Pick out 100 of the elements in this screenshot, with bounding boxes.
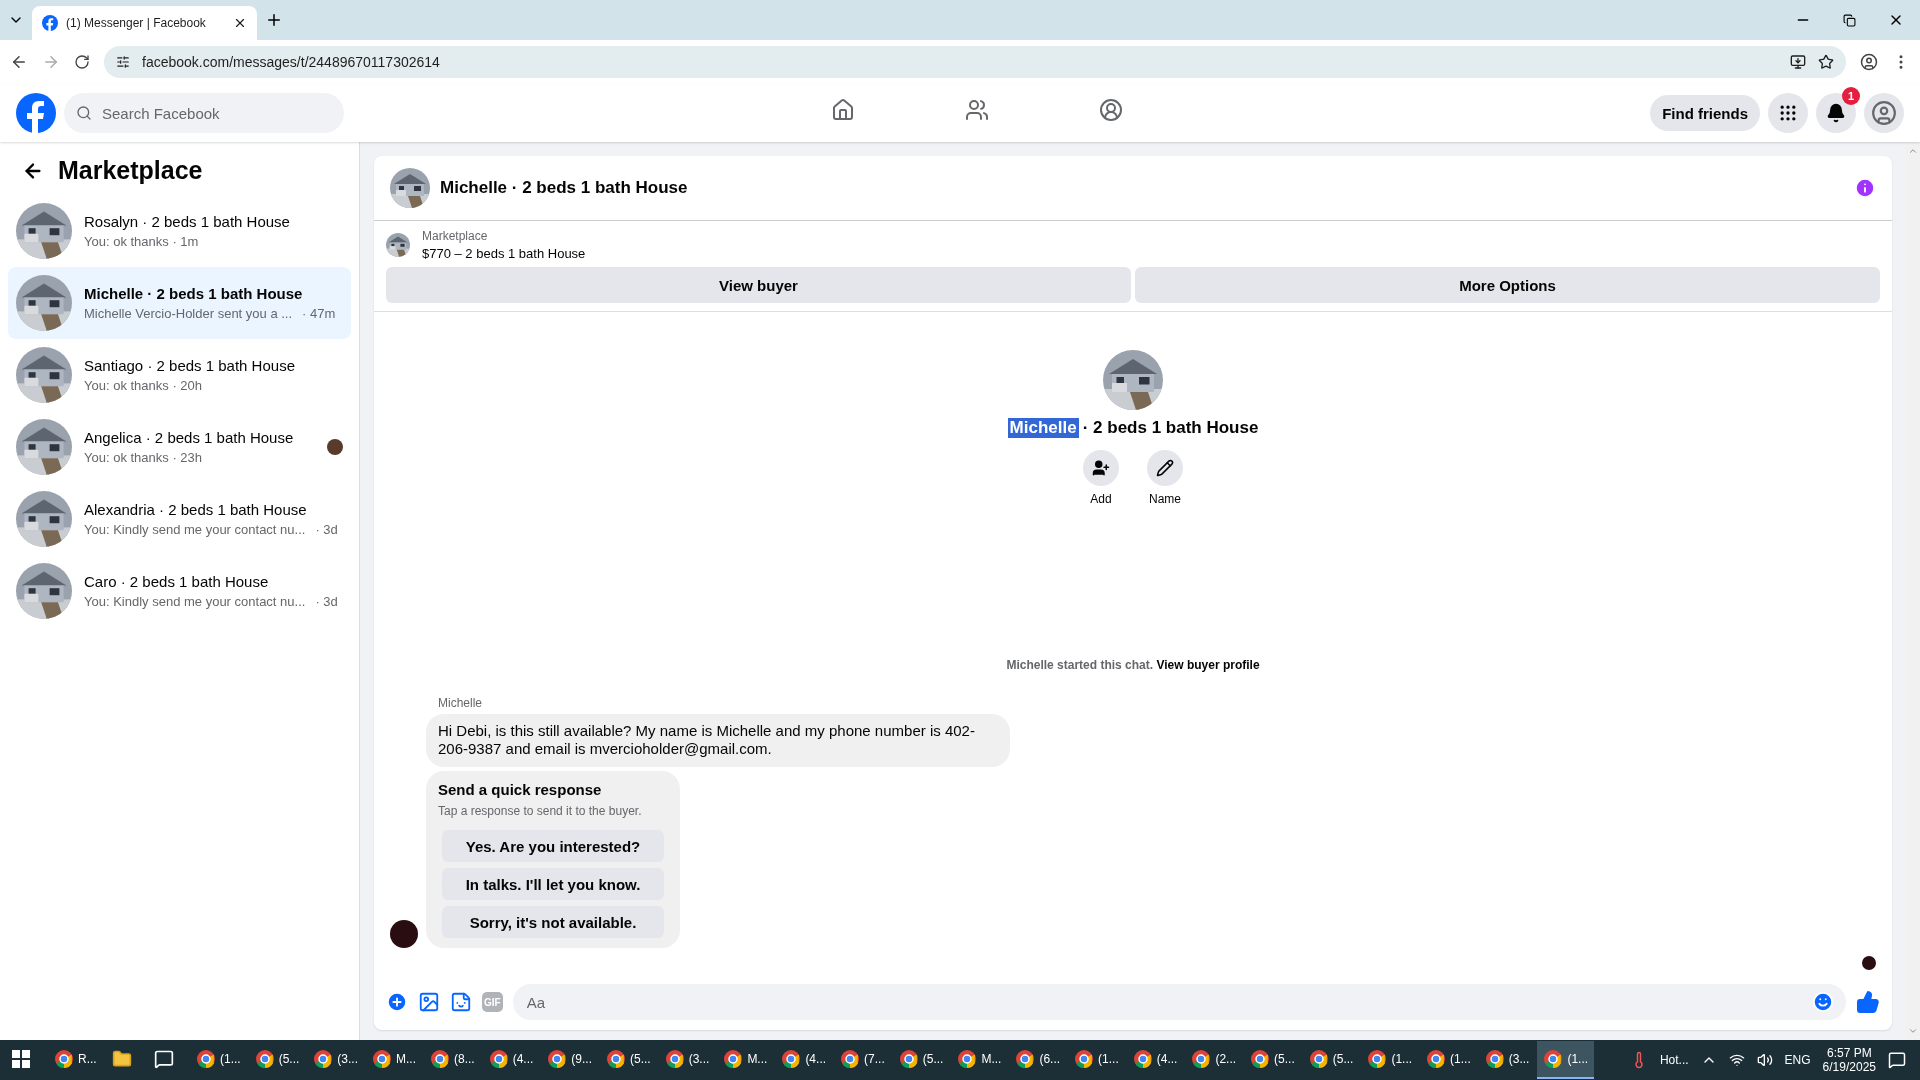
like-icon[interactable] xyxy=(1856,990,1880,1014)
taskbar-app[interactable]: M... xyxy=(951,1041,1008,1079)
chrome-icon xyxy=(1191,1049,1212,1069)
chrome-icon xyxy=(54,1049,74,1069)
notifications-button[interactable] xyxy=(1816,93,1856,133)
reload-icon[interactable] xyxy=(74,54,90,70)
conversation-item[interactable]: Caro · 2 beds 1 bath House You: Kindly send me your contact nu... · 3d xyxy=(8,555,351,627)
search-input[interactable]: Search Facebook xyxy=(100,93,332,133)
chrome-icon xyxy=(840,1049,861,1069)
account-button[interactable] xyxy=(1864,93,1904,133)
taskbar-app[interactable]: M... xyxy=(717,1041,774,1079)
conversation-title: Rosalyn · 2 beds 1 bath House xyxy=(84,213,291,230)
sticker-icon[interactable] xyxy=(450,991,472,1013)
listing-summary: $770 – 2 beds 1 bath House xyxy=(422,246,586,261)
taskbar-app[interactable]: (4... xyxy=(482,1041,540,1079)
taskbar-app[interactable]: M... xyxy=(366,1041,422,1079)
find-friends-button[interactable]: Find friends xyxy=(1650,95,1760,131)
message-time: · 3d xyxy=(315,522,338,537)
quick-response-button[interactable]: In talks. I'll let you know. xyxy=(442,868,664,900)
taskbar-app[interactable]: (1... xyxy=(1068,1041,1125,1079)
taskbar-app[interactable]: (5... xyxy=(1244,1041,1301,1079)
taskbar-app[interactable]: (4... xyxy=(775,1041,833,1079)
network-icon[interactable] xyxy=(1728,1052,1745,1068)
info-icon[interactable] xyxy=(1854,177,1876,199)
taskbar-app[interactable]: (9... xyxy=(541,1041,599,1079)
tab-title: (1) Messenger | Facebook xyxy=(66,16,207,30)
conversation-item[interactable]: Santiago · 2 beds 1 bath House You: ok thanks · 20h xyxy=(8,339,351,411)
taskbar-app[interactable]: (1... xyxy=(1420,1041,1477,1079)
chrome-icon xyxy=(723,1049,744,1069)
conversation-item[interactable]: Angelica · 2 beds 1 bath House You: ok thanks · 23h xyxy=(8,411,351,483)
chrome-icon xyxy=(372,1049,392,1069)
folder-icon xyxy=(112,1049,132,1069)
address-bar[interactable]: facebook.com/messages/t/24489670117302614 xyxy=(104,46,1846,78)
chrome-icon xyxy=(488,1049,509,1069)
site-settings-icon[interactable] xyxy=(116,55,130,69)
taskbar-app[interactable]: (1... xyxy=(1361,1041,1419,1079)
plus-icon[interactable] xyxy=(386,991,408,1013)
profile-icon[interactable] xyxy=(1860,53,1878,71)
taskbar-app[interactable]: (3... xyxy=(658,1041,716,1079)
browser-tab[interactable]: (1) Messenger | Facebook xyxy=(32,6,257,40)
taskbar-app[interactable]: (7... xyxy=(834,1041,891,1079)
chrome-icon xyxy=(957,1049,978,1069)
image-icon[interactable] xyxy=(418,991,440,1013)
chrome-icon xyxy=(898,1049,919,1069)
taskbar-app[interactable]: R... xyxy=(48,1041,104,1079)
conversation-title: Michelle · 2 beds 1 bath House xyxy=(84,285,304,302)
taskbar-app[interactable]: (6... xyxy=(1009,1041,1067,1079)
quick-response-button[interactable]: Yes. Are you interested? xyxy=(442,830,664,862)
taskbar-app[interactable]: (2... xyxy=(1185,1041,1243,1079)
taskbar-app[interactable]: (4... xyxy=(1126,1041,1184,1079)
conversation-title: Alexandria · 2 beds 1 bath House xyxy=(84,501,308,518)
taskbar-app[interactable]: (3... xyxy=(1478,1041,1536,1079)
conversation-title: Santiago · 2 beds 1 bath House xyxy=(84,357,296,374)
taskbar-app[interactable]: (5... xyxy=(248,1041,306,1079)
emoji-icon[interactable] xyxy=(1812,991,1834,1013)
search-field[interactable]: Search Facebook xyxy=(64,93,344,133)
taskbar-app[interactable]: (5... xyxy=(892,1041,950,1079)
grid-icon xyxy=(1778,103,1798,123)
taskbar-app[interactable]: (5... xyxy=(1302,1041,1360,1079)
conversation-item[interactable]: Michelle · 2 beds 1 bath House Michelle Vercio-Holder sent you a ... · 47m xyxy=(8,267,351,339)
bookmark-icon[interactable] xyxy=(1818,54,1834,70)
quick-response-title: Send a quick response xyxy=(438,781,603,798)
message-bubble: Hi Debi, is this still available? My name is Michelle and my phone number is 402-206-9387 and email is mvercioholder@gmail.com. xyxy=(426,713,1010,767)
volume-icon[interactable] xyxy=(1756,1052,1773,1068)
conversation-title: Caro · 2 beds 1 bath House xyxy=(84,573,270,590)
chrome-icon xyxy=(1543,1049,1564,1069)
conversation-item[interactable]: Alexandria · 2 beds 1 bath House You: Kindly send me your contact nu... · 3d xyxy=(8,483,351,555)
chrome-icon xyxy=(1074,1049,1095,1069)
url-text: facebook.com/messages/t/24489670117302614 xyxy=(142,54,441,70)
taskbar-app[interactable]: (5... xyxy=(600,1041,657,1079)
menu-button[interactable] xyxy=(1768,93,1808,133)
message-preview: Michelle Vercio-Holder sent you a ... xyxy=(84,306,293,321)
sender-name: Michelle xyxy=(437,695,483,710)
taskbar-app[interactable]: (8... xyxy=(424,1041,481,1079)
clock[interactable]: 6:57 PM 6/19/2025 xyxy=(1822,1046,1876,1074)
quick-response-button[interactable]: Sorry, it's not available. xyxy=(442,906,664,938)
chrome-icon xyxy=(1484,1049,1505,1069)
chrome-icon xyxy=(1308,1049,1329,1069)
facebook-logo[interactable] xyxy=(16,93,56,133)
chat-start-note: Michelle started this chat. View buyer profile xyxy=(1006,657,1260,672)
weather-text: Hot... xyxy=(1659,1053,1689,1067)
add-person-icon xyxy=(1092,459,1110,477)
language-indicator[interactable]: ENG xyxy=(1784,1053,1811,1067)
action-button[interactable]: More Options xyxy=(1135,267,1880,303)
back-icon[interactable] xyxy=(10,53,28,71)
install-icon[interactable] xyxy=(1790,54,1806,70)
restore-icon[interactable] xyxy=(1843,13,1856,27)
taskbar-app[interactable]: (1... xyxy=(1537,1041,1595,1079)
taskbar-app[interactable]: (1... xyxy=(190,1041,247,1079)
notifications-icon[interactable] xyxy=(1888,1051,1906,1069)
sender-avatar xyxy=(390,920,418,948)
close-icon[interactable] xyxy=(233,16,247,30)
conversation-title: Angelica · 2 beds 1 bath House xyxy=(84,429,295,446)
action-button[interactable]: View buyer xyxy=(386,267,1131,303)
view-profile-link[interactable]: View buyer profile xyxy=(1156,657,1260,672)
facebook-icon xyxy=(42,15,58,31)
conversation-item[interactable]: Rosalyn · 2 beds 1 bath House You: ok thanks · 1m xyxy=(8,195,351,267)
new-tab-icon[interactable] xyxy=(265,11,283,29)
taskbar-app[interactable]: (3... xyxy=(307,1041,364,1079)
windows-icon[interactable] xyxy=(12,1050,30,1068)
